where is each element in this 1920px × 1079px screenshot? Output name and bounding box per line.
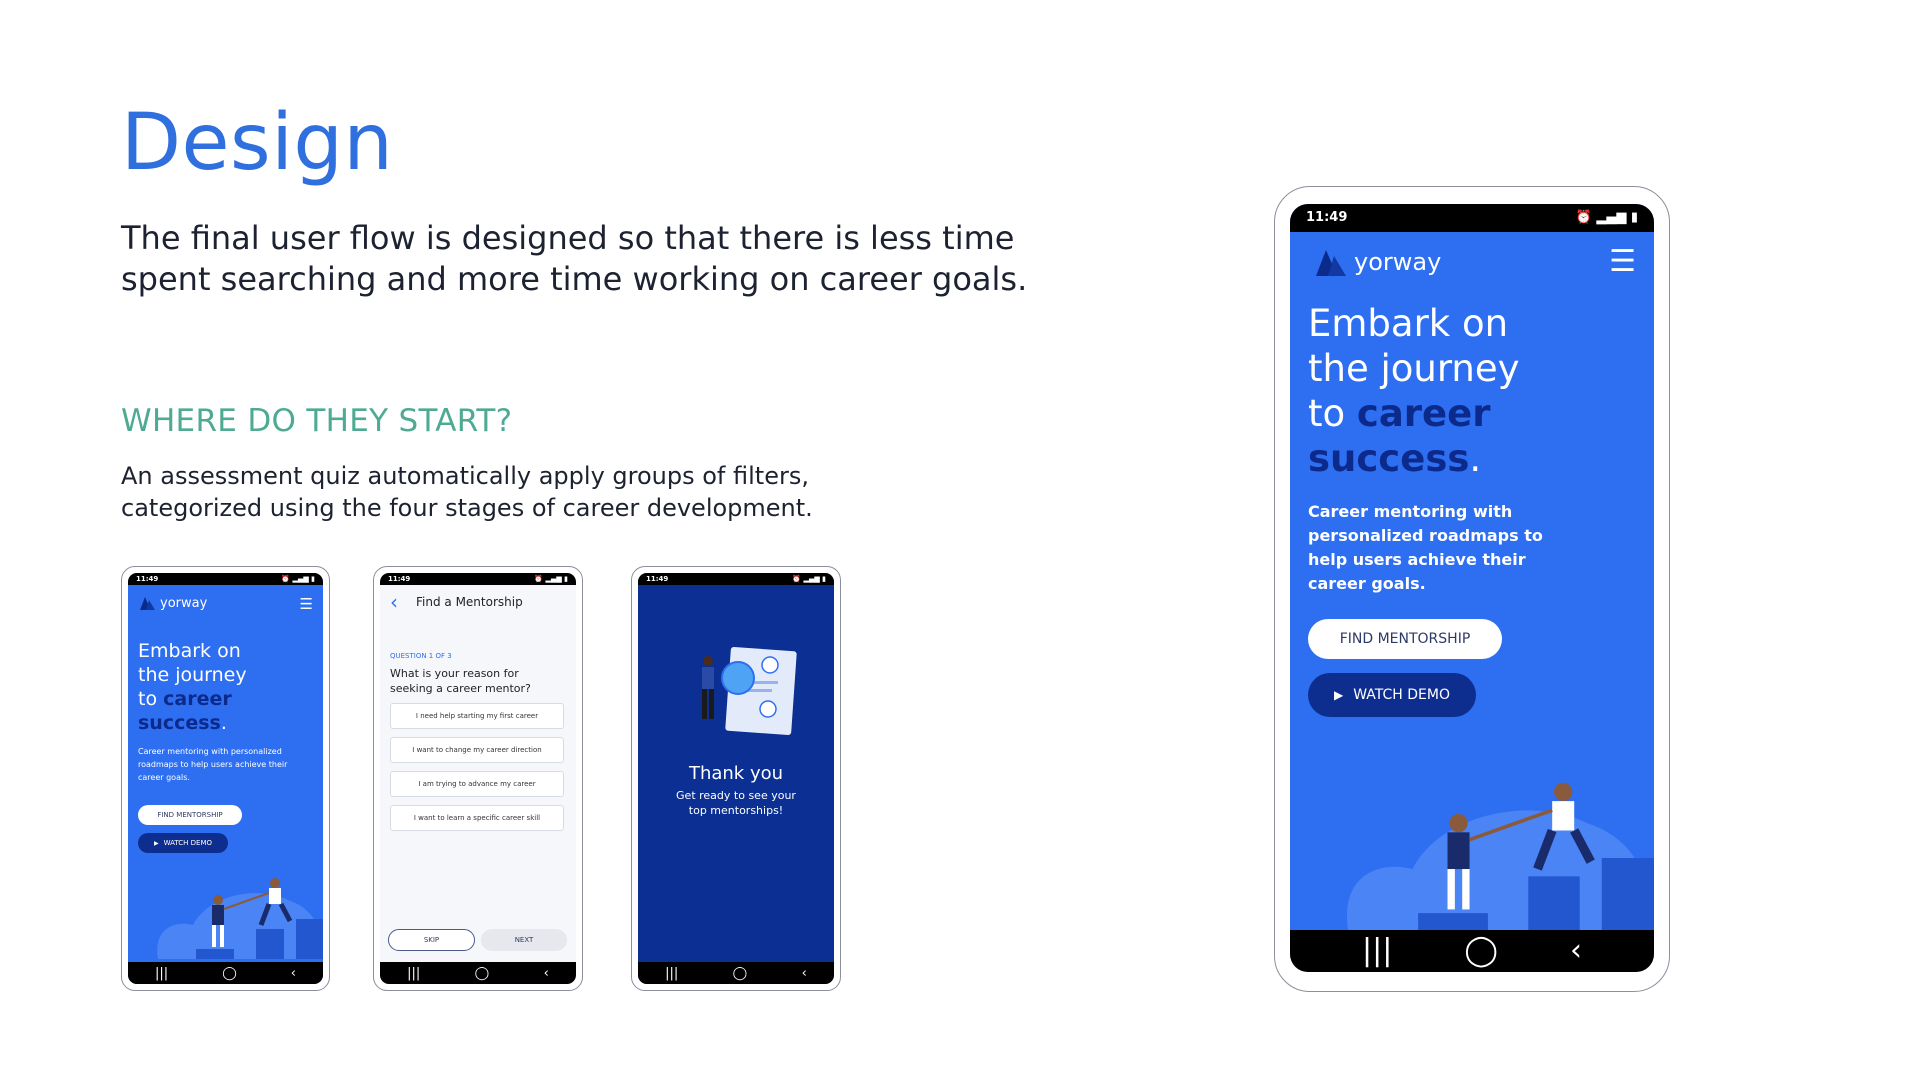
status-time: 11:49 (388, 575, 411, 583)
home-button[interactable]: ◯ (475, 967, 490, 980)
watch-demo-button[interactable]: ▶ WATCH DEMO (138, 833, 228, 853)
yorway-logo-icon (1316, 250, 1346, 276)
recent-apps-button[interactable]: ||| (155, 967, 168, 980)
option-change-direction[interactable]: I want to change my career direction (390, 737, 564, 763)
headline-line-1: Embark on (1308, 302, 1509, 345)
thanks-screen: 11:49 ⏰ ▂▄▆ ▮ Thank you Get ready to see… (638, 573, 834, 984)
yorway-logo-icon (140, 597, 155, 610)
skip-button[interactable]: SKIP (388, 929, 475, 951)
headline-line-3: to (1308, 392, 1357, 435)
back-arrow-icon[interactable]: ‹ (390, 590, 398, 614)
status-time: 11:49 (136, 575, 159, 583)
watch-demo-label: WATCH DEMO (1353, 687, 1450, 703)
hero-description: Career mentoring with personalized roadm… (138, 747, 288, 782)
section-heading: WHERE DO THEY START? (121, 403, 513, 439)
headline-line-3: to (138, 688, 164, 710)
find-mentorship-button[interactable]: FIND MENTORSHIP (138, 805, 242, 825)
headline-accent-career: career (1356, 392, 1491, 435)
status-icons: ⏰ ▂▄▆ ▮ (281, 575, 315, 583)
home-button[interactable]: ◯ (222, 967, 237, 980)
section-text: An assessment quiz automatically apply g… (121, 462, 813, 522)
status-bar: 11:49 ⏰ ▂▄▆ ▮ (1290, 204, 1654, 232)
play-icon: ▶ (153, 839, 159, 847)
back-button[interactable]: ‹ (802, 967, 807, 980)
thanks-title: Thank you (688, 763, 784, 784)
hero-headline: Embark on the journey to career success. (1308, 301, 1520, 481)
quiz-screen: 11:49 ⏰ ▂▄▆ ▮ ‹ Find a Mentorship QUESTI… (380, 573, 576, 984)
brand-logo[interactable]: yorway (138, 595, 207, 611)
thanks-message: Get ready to see your top mentorships! (676, 789, 796, 817)
headline-accent-career: career (163, 688, 232, 710)
recent-apps-button[interactable]: ||| (407, 967, 420, 980)
home-button[interactable]: ◯ (733, 967, 748, 980)
headline-line-2: the journey (138, 664, 247, 686)
status-icons: ⏰ ▂▄▆ ▮ (1575, 210, 1638, 225)
status-time: 11:49 (646, 575, 669, 583)
mentoring-illustration (157, 878, 323, 959)
back-button[interactable]: ‹ (1570, 936, 1582, 966)
landing-screen-large: 11:49 ⏰ ▂▄▆ ▮ yorway ☰ Embark on the jou… (1290, 204, 1654, 972)
menu-icon[interactable]: ☰ (1609, 244, 1636, 279)
hero-headline: Embark on the journey to career success. (138, 639, 247, 735)
status-time: 11:49 (1306, 210, 1348, 225)
option-start-career[interactable]: I need help starting my first career (390, 703, 564, 729)
question-counter: QUESTION 1 OF 3 (390, 652, 452, 660)
quiz-header-title: Find a Mentorship (416, 595, 523, 609)
watch-demo-button[interactable]: ▶ WATCH DEMO (1308, 673, 1476, 717)
android-nav-bar: ||| ◯ ‹ (128, 962, 323, 984)
status-bar: 11:49 ⏰ ▂▄▆ ▮ (638, 573, 834, 585)
next-button[interactable]: NEXT (481, 929, 567, 951)
android-nav-bar: ||| ◯ ‹ (638, 962, 834, 984)
brand-name: yorway (160, 595, 208, 611)
search-profiles-illustration (702, 647, 797, 735)
headline-period: . (1469, 437, 1482, 480)
find-mentorship-label: FIND MENTORSHIP (157, 811, 223, 819)
mentoring-illustration (1346, 782, 1654, 932)
landing-screen: 11:49 ⏰ ▂▄▆ ▮ yorway ☰ Embark on the jou… (128, 573, 323, 984)
headline-line-1: Embark on (138, 640, 241, 662)
brand-name: yorway (1354, 248, 1442, 276)
back-button[interactable]: ‹ (544, 967, 549, 980)
play-icon: ▶ (1333, 688, 1344, 702)
hero-description: Career mentoring with personalized roadm… (1308, 502, 1543, 593)
status-bar: 11:49 ⏰ ▂▄▆ ▮ (128, 573, 323, 585)
find-mentorship-label: FIND MENTORSHIP (1339, 631, 1471, 647)
status-icons: ⏰ ▂▄▆ ▮ (534, 575, 568, 583)
headline-accent-success: success (1308, 437, 1470, 480)
find-mentorship-button[interactable]: FIND MENTORSHIP (1308, 619, 1502, 659)
recent-apps-button[interactable]: ||| (1362, 936, 1392, 966)
headline-period: . (220, 712, 227, 734)
status-icons: ⏰ ▂▄▆ ▮ (792, 575, 826, 583)
intro-text: The final user flow is designed so that … (121, 219, 1028, 298)
home-button[interactable]: ◯ (1464, 936, 1498, 966)
option-advance-career[interactable]: I am trying to advance my career (390, 771, 564, 797)
brand-logo[interactable]: yorway (1312, 246, 1441, 278)
page-title: Design (121, 98, 394, 188)
quiz-header: ‹ Find a Mentorship (380, 585, 576, 619)
phone-quiz-small: 11:49 ⏰ ▂▄▆ ▮ ‹ Find a Mentorship QUESTI… (373, 566, 583, 991)
question-text: What is your reason for seeking a career… (390, 667, 531, 695)
watch-demo-label: WATCH DEMO (163, 839, 212, 847)
phone-landing-large: 11:49 ⏰ ▂▄▆ ▮ yorway ☰ Embark on the jou… (1274, 186, 1670, 992)
android-nav-bar: ||| ◯ ‹ (380, 962, 576, 984)
menu-icon[interactable]: ☰ (300, 595, 313, 613)
android-nav-bar: ||| ◯ ‹ (1290, 930, 1654, 972)
recent-apps-button[interactable]: ||| (665, 967, 678, 980)
phone-thanks-small: 11:49 ⏰ ▂▄▆ ▮ Thank you Get ready to see… (631, 566, 841, 991)
headline-accent-success: success (138, 712, 221, 734)
phone-landing-small: 11:49 ⏰ ▂▄▆ ▮ yorway ☰ Embark on the jou… (121, 566, 330, 991)
option-learn-skill[interactable]: I want to learn a specific career skill (390, 805, 564, 831)
back-button[interactable]: ‹ (291, 967, 296, 980)
status-bar: 11:49 ⏰ ▂▄▆ ▮ (380, 573, 576, 585)
headline-line-2: the journey (1308, 347, 1520, 390)
